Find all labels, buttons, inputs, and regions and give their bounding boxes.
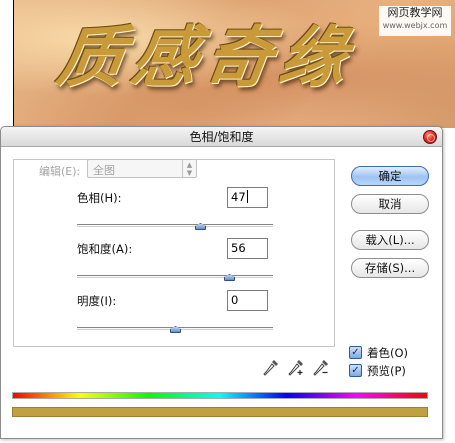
save-button[interactable]: 存储(S)... bbox=[351, 258, 429, 278]
edit-range-select[interactable]: 全图 ▲ ▼ bbox=[87, 159, 197, 178]
lightness-input-value: 0 bbox=[231, 293, 239, 307]
hue-input[interactable]: 47 bbox=[227, 187, 268, 208]
saturation-slider[interactable] bbox=[77, 274, 273, 281]
load-button[interactable]: 载入(L)... bbox=[351, 230, 429, 250]
lightness-input[interactable]: 0 bbox=[227, 290, 268, 311]
chevron-updown-icon: ▲ ▼ bbox=[182, 160, 196, 177]
colorize-checkbox[interactable]: ✓ bbox=[349, 346, 362, 359]
dialog-titlebar[interactable]: 色相/饱和度 bbox=[1, 127, 442, 147]
edit-range-value: 全图 bbox=[93, 164, 115, 177]
hue-slider[interactable] bbox=[77, 223, 273, 230]
saturation-slider-thumb[interactable] bbox=[224, 274, 235, 281]
lightness-label: 明度(I): bbox=[77, 294, 117, 308]
edit-label: 编辑(E): bbox=[37, 163, 83, 179]
colorize-label: 着色(O) bbox=[367, 346, 409, 360]
text-caret bbox=[246, 190, 248, 203]
hue-input-value: 47 bbox=[231, 190, 246, 204]
lightness-slider[interactable] bbox=[77, 326, 273, 333]
cancel-button[interactable]: 取消 bbox=[351, 194, 429, 214]
watermark-site-name: 网页教学网 bbox=[387, 6, 443, 19]
dialog-title: 色相/饱和度 bbox=[189, 130, 254, 144]
input-color-spectrum-bar bbox=[12, 392, 428, 399]
adjusted-color-bar bbox=[12, 407, 428, 417]
hue-slider-thumb[interactable] bbox=[195, 223, 206, 230]
hue-label: 色相(H): bbox=[77, 191, 122, 205]
artwork-title: 质感奇缘 bbox=[52, 18, 360, 96]
ok-button[interactable]: 确定 bbox=[351, 166, 429, 186]
preview-label: 预览(P) bbox=[367, 364, 406, 378]
adjustment-group bbox=[13, 159, 335, 347]
saturation-input-value: 56 bbox=[231, 241, 246, 255]
eyedropper-icon[interactable] bbox=[263, 359, 279, 377]
close-button[interactable] bbox=[423, 130, 437, 144]
watermark: 网页教学网 www.webjx.com bbox=[379, 6, 451, 36]
preview-checkbox[interactable]: ✓ bbox=[349, 364, 362, 377]
watermark-url: www.webjx.com bbox=[382, 21, 448, 30]
eyedropper-minus-icon[interactable] bbox=[313, 359, 329, 377]
saturation-label: 饱和度(A): bbox=[77, 242, 133, 256]
eyedropper-plus-icon[interactable] bbox=[288, 359, 304, 377]
lightness-slider-thumb[interactable] bbox=[170, 326, 181, 333]
saturation-input[interactable]: 56 bbox=[227, 238, 268, 259]
